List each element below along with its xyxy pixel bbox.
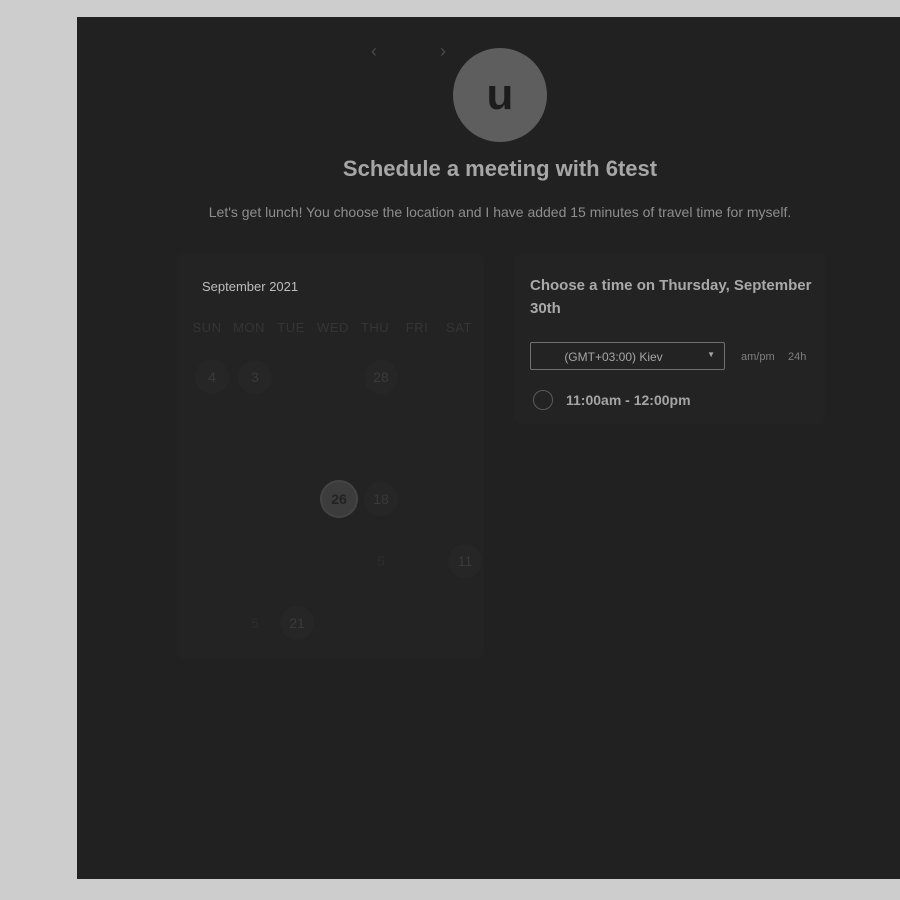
calendar-day[interactable]: 28 [364, 360, 398, 394]
calendar-card: September 2021 SUN MON TUE WED THU FRI S… [177, 254, 484, 658]
scheduler-panel: u Schedule a meeting with 6test Let's ge… [77, 17, 900, 879]
weekday-wed: WED [317, 320, 349, 335]
format-ampm-toggle[interactable]: am/pm [741, 351, 775, 363]
chevron-left-icon: ‹ [371, 40, 377, 61]
calendar-month-label: September 2021 [202, 279, 299, 294]
calendar-day[interactable]: 4 [195, 360, 229, 394]
calendar-day[interactable]: 18 [364, 482, 398, 516]
calendar-day-selected[interactable]: 26 [320, 480, 358, 518]
time-slot-label: 11:00am - 12:00pm [566, 392, 691, 408]
weekday-mon: MON [233, 320, 265, 335]
weekday-header: SUN MON TUE WED THU FRI SAT [187, 320, 477, 340]
avatar-initial: u [486, 70, 514, 119]
time-slot-option[interactable]: 11:00am - 12:00pm [533, 390, 793, 414]
calendar-day[interactable]: 5 [364, 544, 398, 578]
weekday-tue: TUE [277, 320, 305, 335]
host-avatar: u [453, 48, 547, 142]
calendar-day[interactable]: 3 [238, 360, 272, 394]
format-24h-toggle[interactable]: 24h [788, 351, 806, 363]
radio-icon[interactable] [533, 390, 553, 410]
weekday-fri: FRI [405, 320, 429, 335]
timezone-select[interactable]: (GMT+03:00) Kiev ▼ [530, 342, 725, 370]
time-slots-heading: Choose a time on Thursday, September 30t… [530, 277, 812, 317]
calendar-day[interactable]: 5 [238, 606, 272, 640]
chevron-right-icon: › [440, 40, 446, 61]
prev-month-button[interactable]: ‹ [363, 40, 385, 62]
calendar-day[interactable]: 21 [280, 606, 314, 640]
page-title: Schedule a meeting with 6test [342, 156, 658, 181]
calendar-day[interactable]: 11 [448, 544, 482, 578]
time-slots-card: Choose a time on Thursday, September 30t… [515, 254, 825, 424]
weekday-thu: THU [360, 320, 390, 335]
timezone-value: (GMT+03:00) Kiev [564, 350, 663, 364]
weekday-sun: SUN [192, 320, 222, 335]
weekday-sat: SAT [446, 320, 472, 335]
caret-down-icon: ▼ [707, 350, 715, 359]
next-month-button[interactable]: › [432, 40, 454, 62]
event-description: Let's get lunch! You choose the location… [208, 204, 792, 220]
